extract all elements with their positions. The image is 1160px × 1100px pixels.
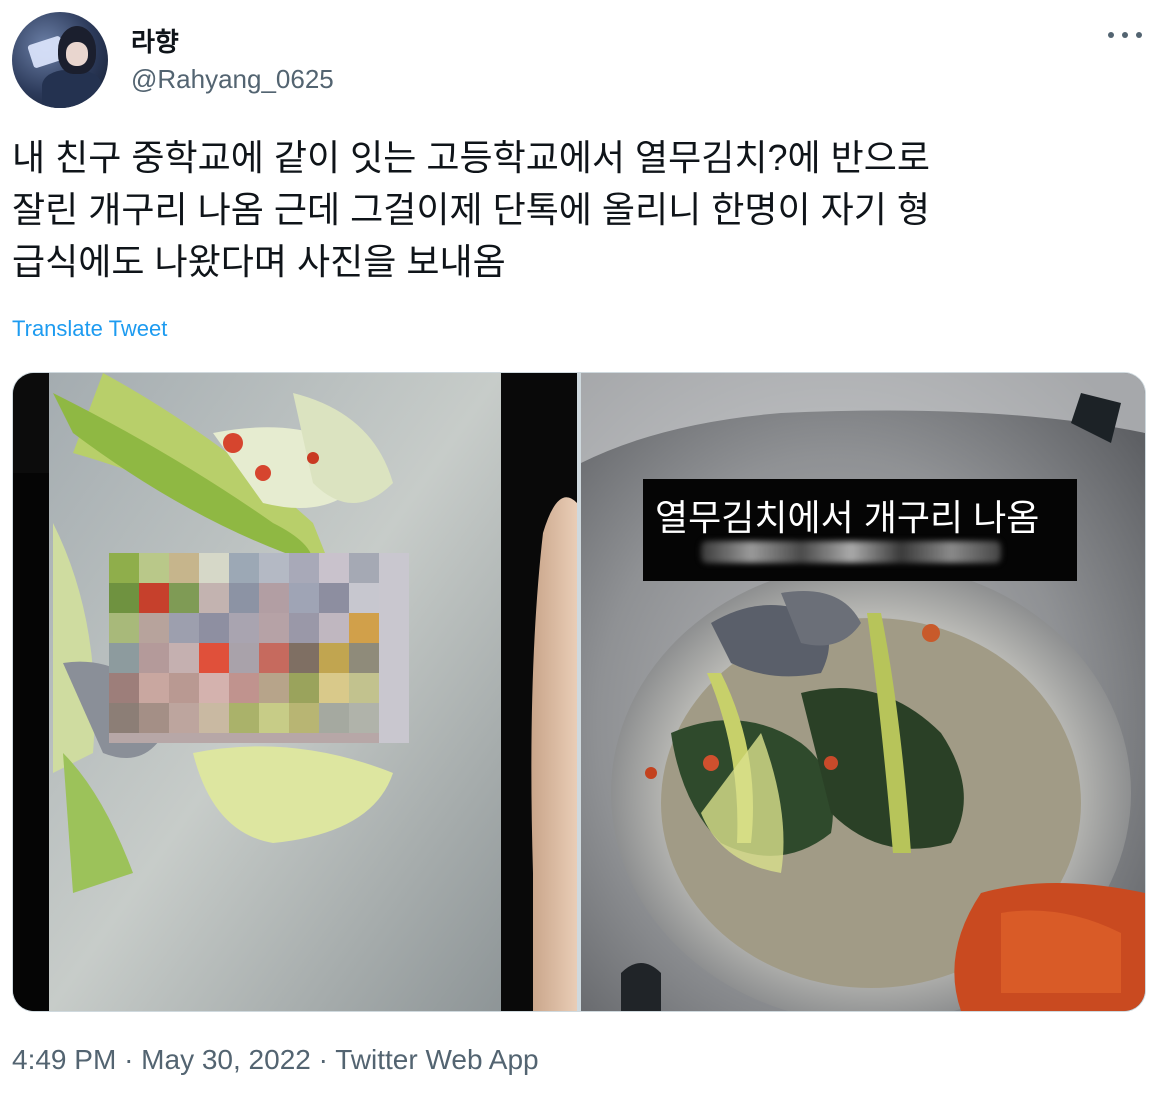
photo-right-illustration: [581, 373, 1145, 1011]
tweet-text-line: 급식에도 나왔다며 사진을 보내옴: [12, 241, 506, 282]
dot: [1122, 32, 1128, 38]
photo-left-illustration: [13, 373, 577, 1011]
dot: [1136, 32, 1142, 38]
tweet-source: Twitter Web App: [335, 1044, 539, 1075]
photo-left[interactable]: [13, 373, 577, 1011]
avatar-body: [42, 70, 102, 108]
tweet-time[interactable]: 4:49 PM: [12, 1044, 116, 1075]
image-caption: 열무김치에서 개구리 나옴: [655, 497, 1040, 538]
author-name[interactable]: 라향: [131, 22, 179, 59]
separator: ·: [124, 1044, 134, 1075]
separator: ·: [318, 1044, 328, 1075]
blurred-caption-subtext: [701, 541, 1001, 563]
tweet-meta: 4:49 PM · May 30, 2022 · Twitter Web App: [12, 1044, 539, 1076]
translate-tweet-link[interactable]: Translate Tweet: [12, 316, 167, 342]
avatar-face: [66, 42, 88, 66]
tweet-text-line: 잘린 개구리 나옴 근데 그걸이제 단톡에 올리니 한명이 자기 형: [12, 189, 931, 230]
author-handle[interactable]: @Rahyang_0625: [131, 64, 334, 95]
photo-right[interactable]: 열무김치에서 개구리 나옴: [581, 373, 1145, 1011]
dot: [1108, 32, 1114, 38]
pixelated-censor-block: [109, 553, 409, 743]
more-dots-icon[interactable]: [1108, 26, 1142, 44]
tweet-text-line: 내 친구 중학교에 같이 잇는 고등학교에서 열무김치?에 반으로: [12, 137, 931, 178]
avatar[interactable]: [12, 12, 108, 108]
tweet-date[interactable]: May 30, 2022: [141, 1044, 311, 1075]
media-grid: 열무김치에서 개구리 나옴: [12, 372, 1146, 1012]
tweet-text: 내 친구 중학교에 같이 잇는 고등학교에서 열무김치?에 반으로 잘린 개구리…: [12, 132, 1142, 288]
